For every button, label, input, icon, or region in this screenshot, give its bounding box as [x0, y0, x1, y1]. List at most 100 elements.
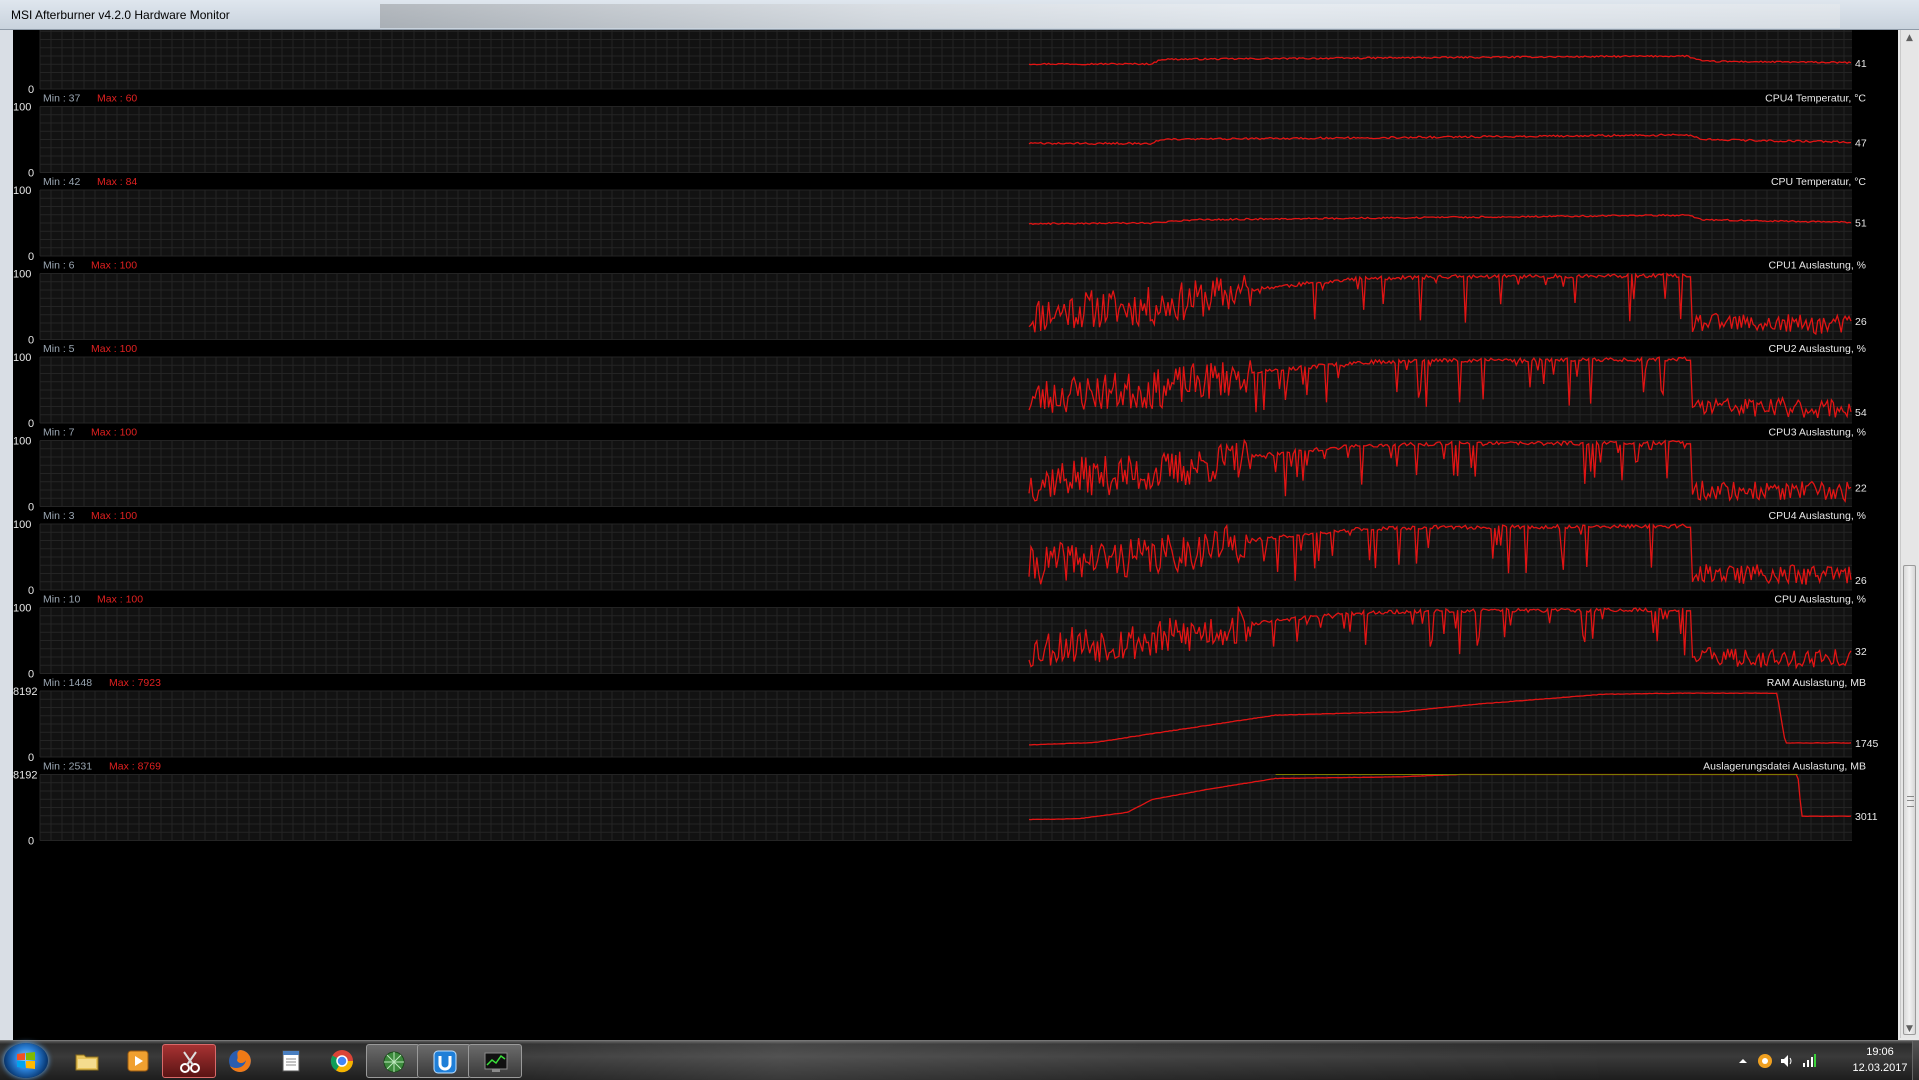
graph-title: CPU2 Auslastung, % — [1769, 343, 1866, 355]
graph-panel-pagefile-usage: 8192 0 Min : 2531 Max : 8769 Auslagerungsdat… — [13, 761, 1878, 848]
show-desktop-button[interactable] — [1912, 1041, 1919, 1080]
graph-max-label: Max : 100 — [91, 343, 137, 355]
graph-max-label: Max : 100 — [91, 260, 137, 272]
chrome-icon — [330, 1050, 354, 1073]
graph-ymin-label: 0 — [28, 752, 34, 764]
volume-button[interactable] — [1779, 1053, 1795, 1069]
graph-panel-cpu4-load: 100 0 Min : 3 Max : 100 CPU4 Auslastung, % 26 — [13, 510, 1867, 597]
grip-icon — [1907, 796, 1914, 807]
graph-ymax-label: 100 — [13, 185, 31, 197]
taskbar-firefox[interactable] — [213, 1044, 267, 1078]
graph-ymax-label: 8192 — [13, 686, 37, 698]
graph-min-label: Min : 6 — [43, 260, 75, 272]
graph-current-value: 54 — [1855, 407, 1867, 419]
graph-title: CPU1 Auslastung, % — [1769, 260, 1866, 272]
taskbar-msi-afterburner[interactable] — [468, 1044, 522, 1078]
window-title: MSI Afterburner v4.2.0 Hardware Monitor — [11, 8, 230, 22]
clock-date[interactable]: 12.03.2017 — [1850, 1062, 1910, 1074]
graph-ymax-label: 100 — [13, 352, 31, 364]
play-icon — [127, 1050, 149, 1072]
taskbar-chrome[interactable] — [315, 1044, 369, 1078]
graph-ymax-label: 100 — [13, 519, 31, 531]
circle-app-icon — [1758, 1054, 1772, 1068]
graph-max-label: Max : 100 — [91, 427, 137, 439]
windows-logo-icon — [17, 1052, 35, 1069]
taskbar-windows-explorer[interactable] — [60, 1044, 114, 1078]
chevron-up-icon — [1739, 1059, 1747, 1063]
taskbar-utility[interactable] — [366, 1044, 420, 1078]
graph-panel-cpu3-temp: 100041 — [28, 30, 1867, 96]
window-frame-left — [0, 30, 13, 1040]
title-bar[interactable]: MSI Afterburner v4.2.0 Hardware Monitor — [0, 0, 1919, 30]
clock-time[interactable]: 19:06 — [1850, 1046, 1910, 1058]
graph-max-label: Max : 8769 — [109, 761, 161, 773]
tray-app-icon[interactable] — [1757, 1053, 1773, 1069]
graph-ymax-label: 8192 — [13, 770, 37, 782]
graph-ymin-label: 0 — [28, 502, 34, 514]
graph-ymin-label: 0 — [28, 418, 34, 430]
graph-current-value: 51 — [1855, 218, 1867, 230]
graph-ymin-label: 0 — [28, 836, 34, 848]
taskbar-media-player[interactable] — [111, 1044, 165, 1078]
graph-ymax-label: 100 — [13, 436, 31, 448]
graph-title: CPU Temperatur, °C — [1771, 176, 1866, 188]
graph-title: RAM Auslastung, MB — [1767, 677, 1866, 689]
graph-ymin-label: 0 — [28, 84, 34, 96]
graph-panel-ram-usage: 8192 0 Min : 1448 Max : 7923 RAM Auslastung,… — [13, 677, 1879, 764]
network-button[interactable] — [1801, 1053, 1817, 1069]
graph-title: CPU Auslastung, % — [1774, 594, 1866, 606]
graph-ymin-label: 0 — [28, 585, 34, 597]
graph-min-label: Min : 7 — [43, 427, 75, 439]
graph-title: CPU4 Temperatur, °C — [1765, 93, 1866, 105]
graph-max-label: Max : 60 — [97, 93, 137, 105]
scroll-up-arrow-icon[interactable]: ▲ — [1901, 30, 1918, 47]
graph-title: CPU3 Auslastung, % — [1769, 427, 1866, 439]
folder-icon — [75, 1054, 99, 1071]
graph-ymax-label: 100 — [13, 102, 31, 114]
network-icon — [1803, 1054, 1816, 1067]
hardware-monitor-graph-area[interactable]: 100 0 41 100 0 Min : 37 Max : 60 CPU4 Temperatu… — [13, 30, 1900, 1040]
graph-ymax-label: 100 — [13, 269, 31, 281]
taskbar-glass — [420, 1041, 1620, 1080]
graph-ymin-label: 0 — [28, 168, 34, 180]
graph-title: Auslagerungsdatei Auslastung, MB — [1703, 761, 1866, 773]
graph-current-value: 26 — [1855, 575, 1867, 587]
show-hidden-icons-button[interactable] — [1735, 1053, 1751, 1069]
start-button[interactable] — [4, 1043, 48, 1078]
taskbar-notepad[interactable] — [264, 1044, 318, 1078]
graph-panel-cpu3-load: 100 0 Min : 7 Max : 100 CPU3 Auslastung, % 22 — [13, 427, 1867, 514]
graph-current-value: 41 — [1855, 58, 1867, 70]
hardware-monitor-icon — [484, 1052, 508, 1072]
graph-current-value: 47 — [1855, 137, 1867, 149]
graph-min-label: Min : 1448 — [43, 677, 92, 689]
monitor-graphs: 100 0 41 100 0 Min : 37 Max : 60 CPU4 Temperatu… — [13, 30, 1879, 848]
scrollbar-thumb[interactable] — [1903, 565, 1916, 1035]
network-globe-icon — [383, 1051, 405, 1073]
graph-max-label: Max : 84 — [97, 176, 137, 188]
graph-ymin-label: 0 — [28, 669, 34, 681]
graph-current-value: 32 — [1855, 646, 1867, 658]
taskbar-snipping-tool[interactable] — [162, 1044, 216, 1078]
speaker-icon — [1781, 1055, 1792, 1067]
graph-current-value: 3011 — [1855, 811, 1878, 823]
taskbar-uplay[interactable] — [417, 1044, 471, 1078]
scroll-down-arrow-icon[interactable]: ▼ — [1901, 1021, 1918, 1038]
graph-current-value: 26 — [1855, 316, 1867, 328]
graph-panel-cpu-load: 100 0 Min : 10 Max : 100 CPU Auslastung, % 32 — [13, 594, 1867, 681]
graph-ymin-label: 0 — [28, 335, 34, 347]
graph-title: CPU4 Auslastung, % — [1769, 510, 1866, 522]
graph-min-label: Min : 2531 — [43, 761, 92, 773]
graph-panel-cpu2-load: 100 0 Min : 5 Max : 100 CPU2 Auslastung, % 54 — [13, 343, 1867, 430]
vertical-scrollbar[interactable]: ▲ ▼ — [1900, 30, 1918, 1038]
graph-current-value: 1745 — [1855, 738, 1879, 750]
graph-min-label: Min : 37 — [43, 93, 81, 105]
title-bar-background — [380, 4, 1840, 28]
graph-max-label: Max : 7923 — [109, 677, 161, 689]
graph-min-label: Min : 42 — [43, 176, 81, 188]
graph-min-label: Min : 10 — [43, 594, 81, 606]
graph-ymin-label: 0 — [28, 251, 34, 263]
graph-panel-cpu4-temp: 100 0 Min : 37 Max : 60 CPU4 Temperatur, °C 4… — [13, 93, 1867, 180]
notepad-icon — [282, 1050, 300, 1072]
graph-min-label: Min : 5 — [43, 343, 75, 355]
graph-max-label: Max : 100 — [97, 594, 143, 606]
